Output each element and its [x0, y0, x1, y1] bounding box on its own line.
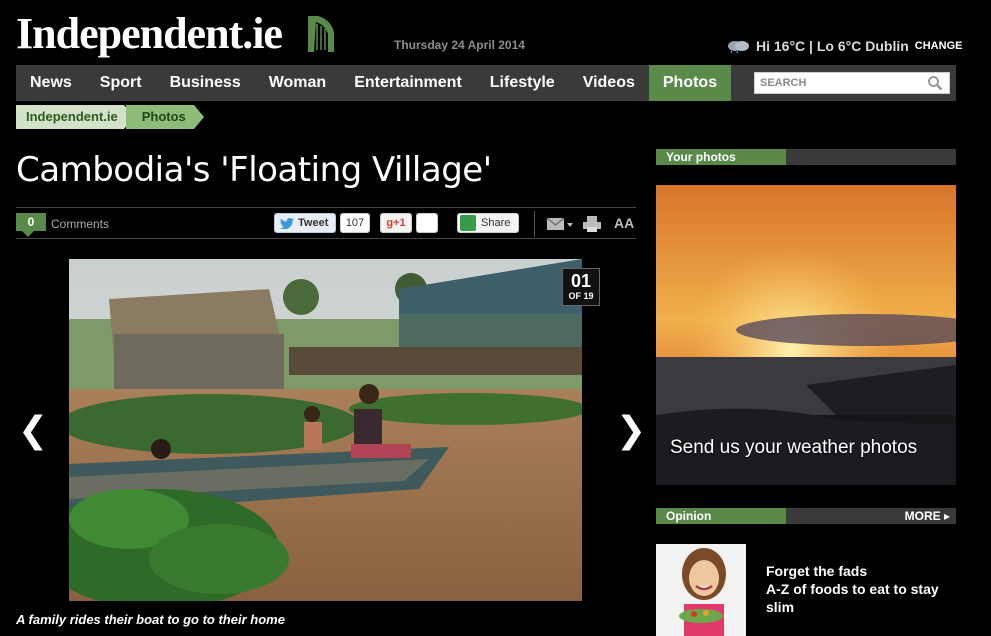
google-plus-button[interactable]: g+1: [380, 213, 412, 233]
gplus-label: +1: [393, 217, 406, 229]
search-icon[interactable]: [927, 75, 943, 91]
nav-item-woman[interactable]: Woman: [255, 65, 340, 101]
weather-change-link[interactable]: CHANGE: [915, 40, 963, 52]
nav-item-entertainment[interactable]: Entertainment: [340, 65, 476, 101]
search-box: [754, 72, 950, 94]
your-photos-heading[interactable]: Your photos: [656, 149, 786, 165]
gplus-count-bubble: [416, 213, 438, 233]
font-size-toggle[interactable]: AA: [614, 215, 634, 231]
photo-caption: A family rides their boat to go to their…: [16, 612, 285, 627]
page-title: Cambodia's 'Floating Village': [16, 150, 492, 190]
weather-widget: Hi 16°C | Lo 6°C Dublin CHANGE: [726, 38, 962, 54]
opinion-article-subtitle[interactable]: A-Z of foods to eat to stay slim: [766, 580, 956, 616]
site-logo[interactable]: Independent.ie: [16, 8, 283, 59]
search-input[interactable]: [755, 73, 915, 93]
photo-counter: 01 OF 19: [562, 268, 600, 306]
share-label: Share: [481, 217, 511, 229]
photo-counter-current: 01: [570, 271, 592, 291]
your-photos-header: Your photos: [656, 149, 956, 165]
opinion-header: Opinion MORE ▸: [656, 508, 956, 524]
tweet-count: 107: [340, 213, 370, 233]
current-date: Thursday 24 April 2014: [394, 38, 525, 52]
tweet-button[interactable]: Tweet: [274, 213, 336, 233]
comment-count-badge[interactable]: 0: [16, 213, 46, 237]
breadcrumb-photos[interactable]: Photos: [125, 105, 204, 129]
social-bar: 0 Comments Tweet 107 g+1 Share AA: [16, 207, 636, 239]
harp-logo-icon: [308, 16, 334, 52]
opinion-thumbnail[interactable]: [656, 544, 746, 636]
share-icon: [460, 215, 476, 231]
email-icon[interactable]: [546, 215, 574, 233]
cloud-rain-icon: [728, 41, 749, 53]
twitter-bird-icon: [280, 217, 294, 229]
photo-counter-total: OF 19: [568, 291, 594, 301]
print-icon[interactable]: [582, 215, 602, 233]
breadcrumb: Independent.ie Photos: [16, 105, 204, 129]
nav-item-sport[interactable]: Sport: [86, 65, 156, 101]
comments-link[interactable]: Comments: [51, 217, 109, 231]
nav-item-lifestyle[interactable]: Lifestyle: [476, 65, 569, 101]
opinion-heading[interactable]: Opinion: [656, 508, 786, 524]
opinion-more-link[interactable]: MORE ▸: [905, 508, 950, 524]
nav-item-photos[interactable]: Photos: [648, 65, 732, 101]
nav-item-videos[interactable]: Videos: [569, 65, 649, 101]
nav-item-business[interactable]: Business: [156, 65, 255, 101]
gallery-photo: [69, 259, 582, 601]
breadcrumb-home[interactable]: Independent.ie: [16, 105, 134, 129]
share-button[interactable]: Share: [457, 213, 519, 233]
prev-photo-arrow-icon[interactable]: ❮: [18, 410, 48, 451]
nav-item-news[interactable]: News: [16, 65, 86, 101]
opinion-article-title[interactable]: Forget the fads: [766, 562, 867, 580]
next-photo-arrow-icon[interactable]: ❯: [616, 410, 646, 451]
weather-photos-promo-text[interactable]: Send us your weather photos: [670, 437, 917, 459]
toolbar-divider: [534, 211, 535, 237]
weather-text: Hi 16°C | Lo 6°C Dublin: [756, 38, 909, 54]
tweet-label: Tweet: [298, 217, 329, 229]
